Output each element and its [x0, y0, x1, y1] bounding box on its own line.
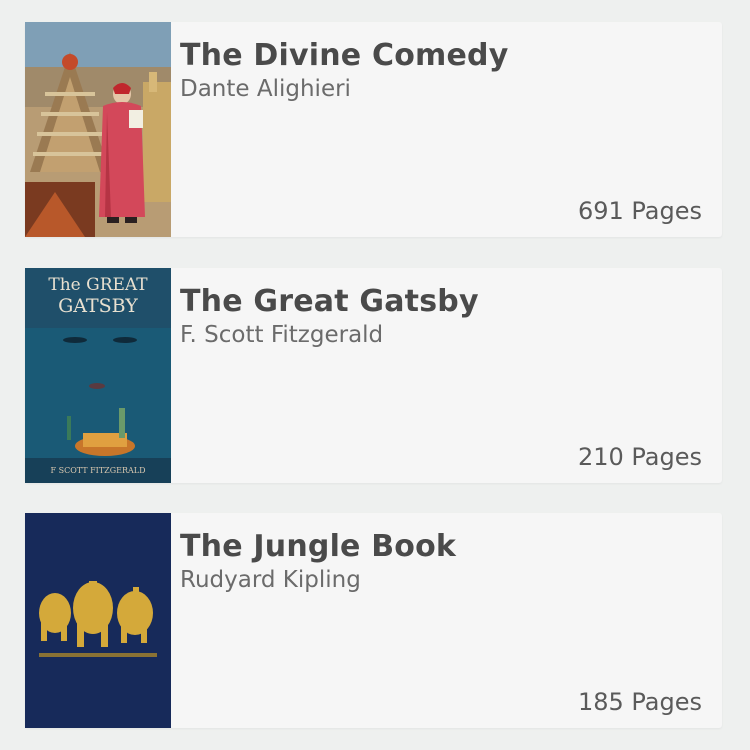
book-author: Rudyard Kipling — [180, 567, 361, 593]
book-author: Dante Alighieri — [180, 76, 351, 102]
great-gatsby-cover-art: The GREAT GATSBY F SCOTT FITZGERALD — [25, 268, 171, 483]
book-card-jungle-book[interactable]: The Jungle Book Rudyard Kipling 185 Page… — [25, 513, 722, 728]
book-list: The Divine Comedy Dante Alighieri 691 Pa… — [0, 0, 750, 750]
page-count: 210 Pages — [577, 443, 702, 471]
book-title: The Divine Comedy — [180, 38, 509, 73]
page-count: 691 Pages — [577, 197, 702, 225]
book-title: The Jungle Book — [180, 529, 457, 564]
book-card-great-gatsby[interactable]: The GREAT GATSBY F SCOTT FITZGERALD The … — [25, 268, 722, 483]
page-count: 185 Pages — [577, 688, 702, 716]
book-cover-image — [25, 513, 171, 728]
divine-comedy-cover-painting — [25, 22, 171, 237]
cover-author: F SCOTT FITZGERALD — [51, 466, 146, 475]
cover-title-bottom: GATSBY — [58, 295, 138, 317]
book-cover-image: The GREAT GATSBY F SCOTT FITZGERALD — [25, 268, 171, 483]
book-cover-image — [25, 22, 171, 237]
jungle-book-elephants-cover — [25, 513, 171, 728]
book-title: The Great Gatsby — [180, 284, 479, 319]
book-card-divine-comedy[interactable]: The Divine Comedy Dante Alighieri 691 Pa… — [25, 22, 722, 237]
book-author: F. Scott Fitzgerald — [180, 322, 384, 348]
cover-title-top: The GREAT — [48, 275, 148, 295]
